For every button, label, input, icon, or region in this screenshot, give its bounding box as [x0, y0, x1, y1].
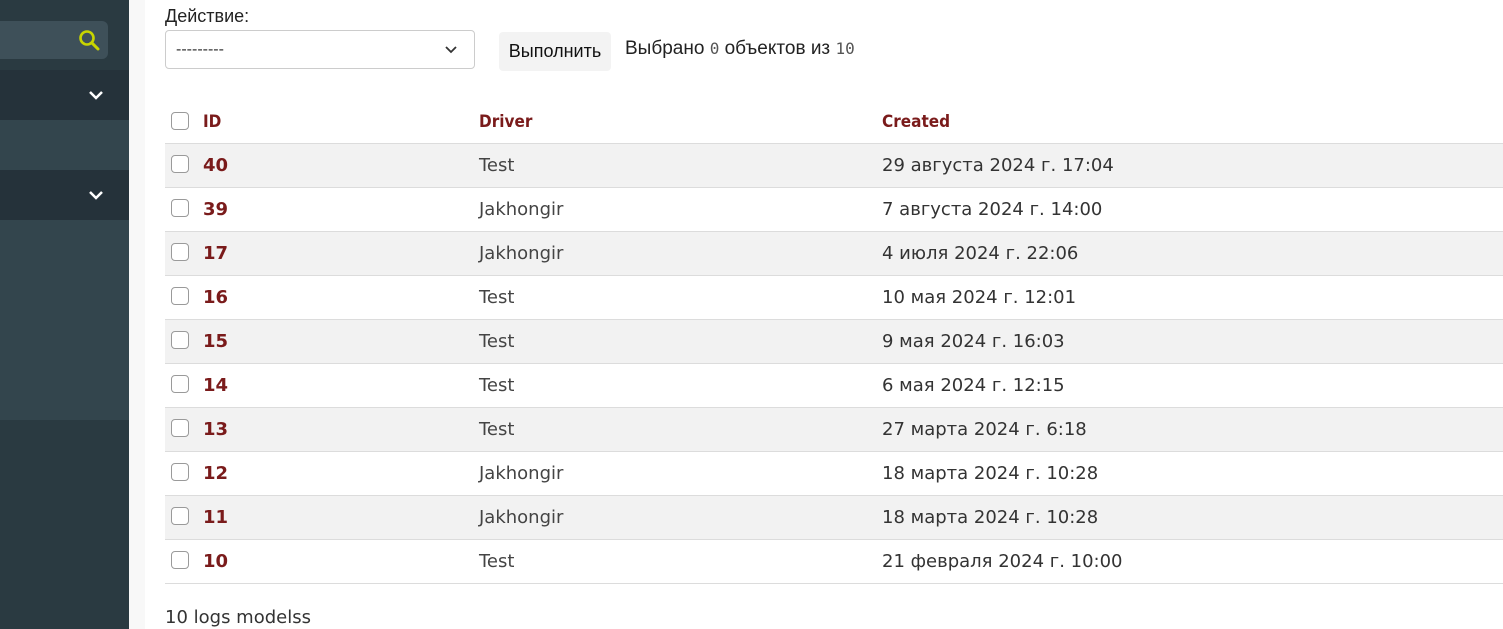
row-created: 18 марта 2024 г. 10:28 [882, 463, 1099, 484]
row-id-link[interactable]: 13 [203, 419, 228, 440]
row-checkbox[interactable] [171, 551, 189, 569]
results-table: ID Driver Created 40 Test 29 августа 2024 … [165, 101, 1503, 584]
action-label: Действие: [165, 6, 250, 26]
sidebar [0, 0, 129, 629]
column-header-id[interactable]: ID [203, 101, 221, 143]
row-id-link[interactable]: 12 [203, 463, 228, 484]
sidebar-submenu-2 [0, 220, 129, 420]
result-count: 10 logs modelss [165, 607, 311, 628]
table-row: 16 Test 10 мая 2024 г. 12:01 [165, 276, 1503, 320]
main-content: Действие: --------- Выполнить Выбрано 0 … [145, 0, 1503, 629]
sidebar-group-2[interactable] [0, 170, 129, 220]
search-icon[interactable] [78, 29, 100, 51]
selection-prefix: Выбрано [625, 38, 705, 59]
row-driver: Jakhongir [479, 243, 564, 264]
row-id-link[interactable]: 16 [203, 287, 228, 308]
row-id-link[interactable]: 10 [203, 551, 228, 572]
row-driver: Jakhongir [479, 199, 564, 220]
action-select[interactable]: --------- [165, 30, 475, 69]
table-row: 12 Jakhongir 18 марта 2024 г. 10:28 [165, 452, 1503, 496]
row-checkbox[interactable] [171, 463, 189, 481]
row-checkbox[interactable] [171, 287, 189, 305]
selection-middle: объектов из [724, 38, 831, 59]
row-created: 21 февраля 2024 г. 10:00 [882, 551, 1123, 572]
chevron-down-icon[interactable] [88, 89, 104, 101]
run-action-button[interactable]: Выполнить [499, 32, 611, 71]
row-driver: Test [479, 331, 515, 352]
sidebar-search[interactable] [0, 21, 108, 59]
row-checkbox[interactable] [171, 419, 189, 437]
row-driver: Jakhongir [479, 507, 564, 528]
table-row: 13 Test 27 марта 2024 г. 6:18 [165, 408, 1503, 452]
column-header-driver[interactable]: Driver [479, 101, 532, 143]
row-driver: Test [479, 155, 515, 176]
table-row: 40 Test 29 августа 2024 г. 17:04 [165, 144, 1503, 188]
row-created: 9 мая 2024 г. 16:03 [882, 331, 1065, 352]
row-driver: Test [479, 551, 515, 572]
row-id-link[interactable]: 15 [203, 331, 228, 352]
row-driver: Test [479, 419, 515, 440]
total-count: 10 [835, 39, 855, 58]
action-select-value: --------- [176, 41, 224, 58]
table-row: 14 Test 6 мая 2024 г. 12:15 [165, 364, 1503, 408]
table-row: 39 Jakhongir 7 августа 2024 г. 14:00 [165, 188, 1503, 232]
row-id-link[interactable]: 11 [203, 507, 228, 528]
row-created: 7 августа 2024 г. 14:00 [882, 199, 1103, 220]
row-driver: Test [479, 375, 515, 396]
row-checkbox[interactable] [171, 507, 189, 525]
row-id-link[interactable]: 39 [203, 199, 228, 220]
row-checkbox[interactable] [171, 375, 189, 393]
row-checkbox[interactable] [171, 331, 189, 349]
column-header-created[interactable]: Created [882, 101, 950, 143]
chevron-down-icon[interactable] [88, 189, 104, 201]
row-driver: Jakhongir [479, 463, 564, 484]
row-created: 6 мая 2024 г. 12:15 [882, 375, 1065, 396]
row-id-link[interactable]: 40 [203, 155, 228, 176]
row-created: 29 августа 2024 г. 17:04 [882, 155, 1114, 176]
sidebar-group-1[interactable] [0, 70, 129, 120]
table-row: 10 Test 21 февраля 2024 г. 10:00 [165, 540, 1503, 584]
table-row: 15 Test 9 мая 2024 г. 16:03 [165, 320, 1503, 364]
row-id-link[interactable]: 17 [203, 243, 228, 264]
row-driver: Test [479, 287, 515, 308]
selected-count: 0 [709, 39, 720, 58]
row-created: 4 июля 2024 г. 22:06 [882, 243, 1079, 264]
row-created: 10 мая 2024 г. 12:01 [882, 287, 1077, 308]
row-checkbox[interactable] [171, 199, 189, 217]
select-all-checkbox[interactable] [171, 112, 189, 130]
table-header: ID Driver Created [165, 101, 1503, 144]
chevron-down-icon [445, 46, 457, 54]
row-id-link[interactable]: 14 [203, 375, 228, 396]
row-checkbox[interactable] [171, 155, 189, 173]
table-row: 17 Jakhongir 4 июля 2024 г. 22:06 [165, 232, 1503, 276]
selection-counter: Выбрано 0 объектов из 10 [625, 38, 855, 60]
row-created: 18 марта 2024 г. 10:28 [882, 507, 1099, 528]
row-checkbox[interactable] [171, 243, 189, 261]
sidebar-submenu-1 [0, 120, 129, 170]
table-row: 11 Jakhongir 18 марта 2024 г. 10:28 [165, 496, 1503, 540]
row-created: 27 марта 2024 г. 6:18 [882, 419, 1087, 440]
